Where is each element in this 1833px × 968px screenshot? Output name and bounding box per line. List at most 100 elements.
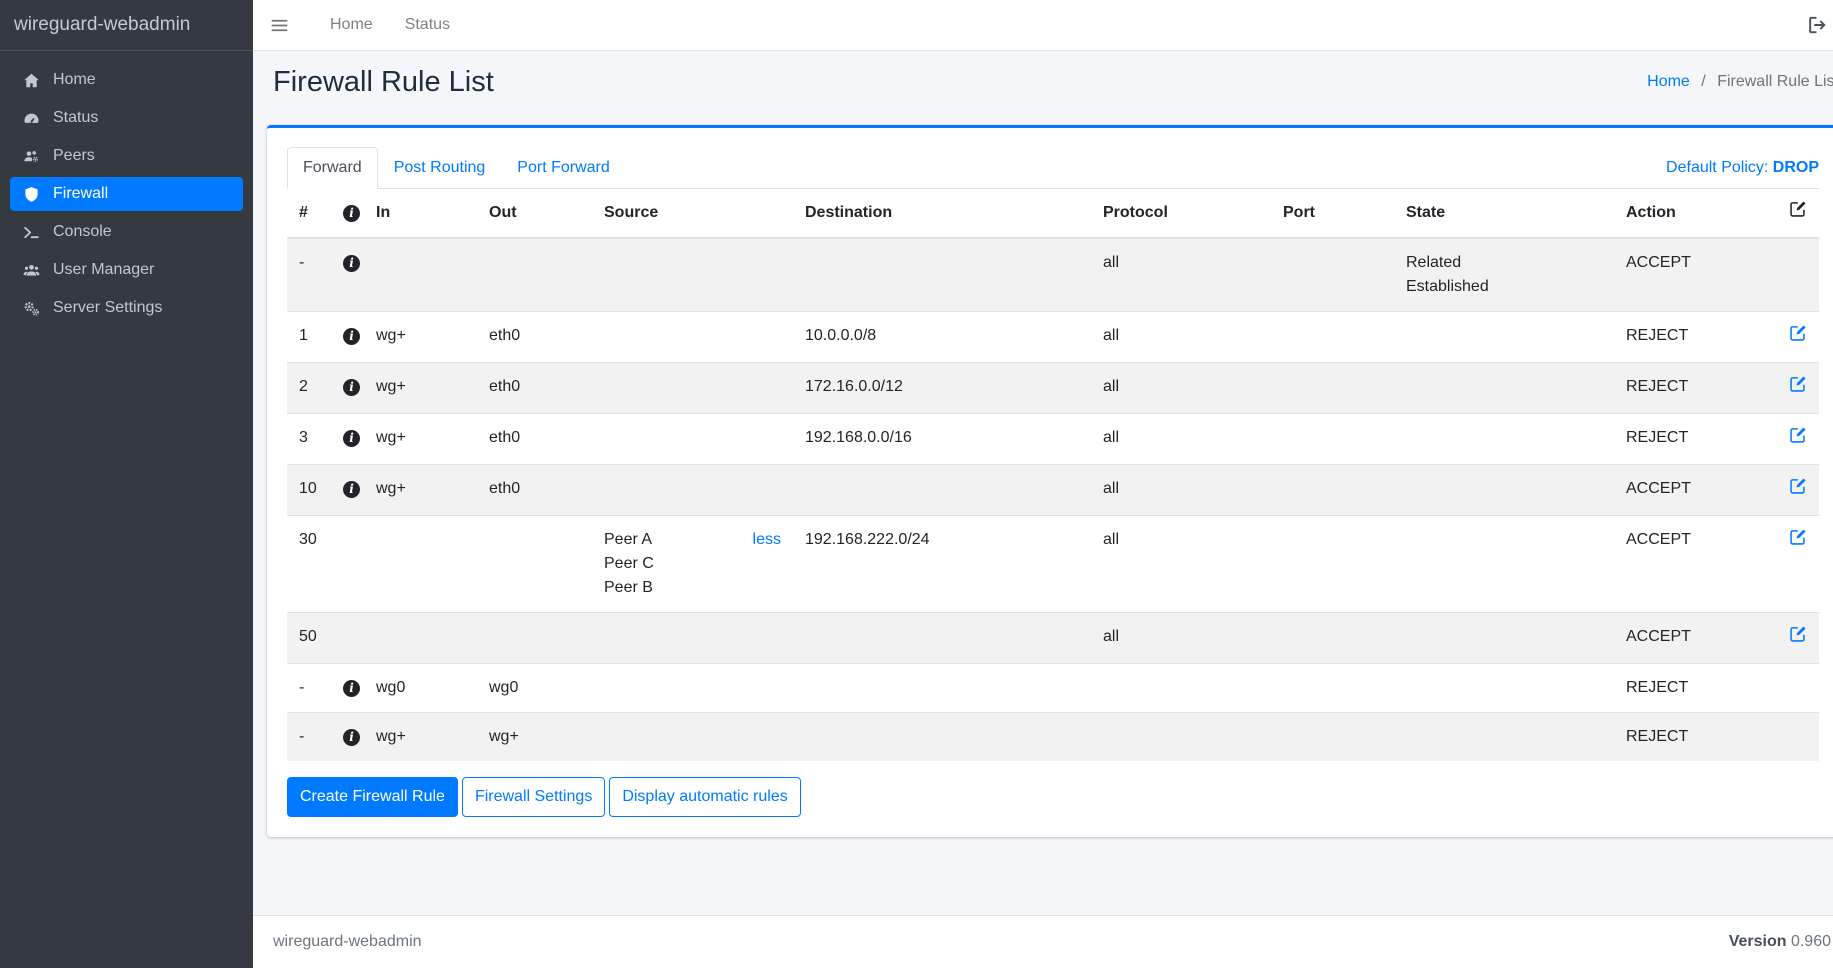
rule-state: [1394, 664, 1614, 713]
rule-state: [1394, 312, 1614, 363]
info-icon[interactable]: [343, 481, 360, 498]
rule-protocol: [1091, 664, 1271, 713]
rule-source: [592, 664, 793, 713]
edit-icon[interactable]: [1789, 625, 1807, 643]
sidebar-item-user-manager[interactable]: User Manager: [10, 253, 243, 287]
sign-out-icon[interactable]: [1807, 15, 1827, 35]
rule-source: [592, 312, 793, 363]
firewall-rules-table: # In Out Source Destination Protocol Por…: [287, 189, 1819, 761]
firewall-rule-row: - wg+ wg+ REJECT: [287, 713, 1819, 762]
edit-icon[interactable]: [1789, 528, 1807, 546]
tachometer-icon: [19, 110, 43, 127]
terminal-icon: [19, 224, 43, 241]
edit-icon[interactable]: [1789, 324, 1807, 342]
sidebar-item-label: User Manager: [53, 261, 154, 279]
rule-out: eth0: [477, 414, 592, 465]
sidebar-item-peers[interactable]: Peers: [10, 139, 243, 173]
rule-protocol: all: [1091, 414, 1271, 465]
rule-out: wg0: [477, 664, 592, 713]
rule-info-cell: [331, 516, 364, 613]
firewall-rule-row: - wg0 wg0 REJECT: [287, 664, 1819, 713]
display-automatic-rules-button[interactable]: Display automatic rules: [609, 777, 800, 817]
col-header-protocol: Protocol: [1091, 189, 1271, 238]
rule-port: [1271, 363, 1394, 414]
rule-info-cell: [331, 238, 364, 312]
rule-destination: 172.16.0.0/12: [793, 363, 1091, 414]
footer-version-value: 0.960: [1791, 933, 1831, 950]
brand-link[interactable]: wireguard-webadmin: [0, 0, 253, 51]
rule-edit-cell: [1777, 414, 1819, 465]
rule-destination: 10.0.0.0/8: [793, 312, 1091, 363]
rule-source: [592, 363, 793, 414]
col-header-edit: [1777, 189, 1819, 238]
rule-action: ACCEPT: [1614, 613, 1777, 664]
edit-icon[interactable]: [1789, 375, 1807, 393]
source-peer: Peer A: [604, 528, 654, 552]
sidebar-item-label: Peers: [53, 147, 95, 165]
rule-state: [1394, 713, 1614, 762]
breadcrumb-home-link[interactable]: Home: [1647, 73, 1690, 90]
edit-icon[interactable]: [1789, 477, 1807, 495]
tab-post-routing[interactable]: Post Routing: [378, 147, 502, 189]
sidebar-item-label: Home: [53, 71, 96, 89]
source-less-link[interactable]: less: [753, 528, 781, 552]
tab-forward[interactable]: Forward: [287, 147, 378, 189]
info-icon[interactable]: [343, 328, 360, 345]
page-footer: wireguard-webadmin Version 0.960: [253, 915, 1833, 968]
tab-port-forward[interactable]: Port Forward: [501, 147, 625, 189]
info-icon[interactable]: [343, 430, 360, 447]
firewall-settings-button[interactable]: Firewall Settings: [462, 777, 605, 817]
rule-state: [1394, 613, 1614, 664]
topnav-link-home[interactable]: Home: [322, 8, 381, 42]
rule-edit-cell: [1777, 713, 1819, 762]
rule-destination: [793, 613, 1091, 664]
breadcrumb-separator: /: [1701, 73, 1705, 90]
sidebar-item-server-settings[interactable]: Server Settings: [10, 291, 243, 325]
create-firewall-rule-button[interactable]: Create Firewall Rule: [287, 777, 458, 817]
firewall-rule-row: 50 all ACCEPT: [287, 613, 1819, 664]
rule-number: 10: [287, 465, 331, 516]
rule-protocol: all: [1091, 613, 1271, 664]
main-area: HomeStatus Firewall Rule List Home / Fir…: [253, 0, 1833, 968]
topnav-link-status[interactable]: Status: [397, 8, 458, 42]
info-icon[interactable]: [343, 255, 360, 272]
firewall-rule-row: - all RelatedEstablished ACCEPT: [287, 238, 1819, 312]
rule-destination: [793, 238, 1091, 312]
sidebar-item-label: Console: [53, 223, 112, 241]
top-navbar: Home Status: [253, 0, 1833, 51]
rule-action: ACCEPT: [1614, 516, 1777, 613]
info-icon[interactable]: [343, 379, 360, 396]
edit-icon[interactable]: [1789, 426, 1807, 444]
rule-edit-cell: [1777, 516, 1819, 613]
rule-edit-cell: [1777, 664, 1819, 713]
sidebar-item-console[interactable]: Console: [10, 215, 243, 249]
rule-in: wg+: [364, 312, 477, 363]
users-icon: [19, 262, 43, 279]
edit-icon[interactable]: [1789, 200, 1807, 218]
info-icon[interactable]: [343, 680, 360, 697]
default-policy: Default Policy: DROP: [1666, 159, 1819, 177]
col-header-info: [331, 189, 364, 238]
rule-in: [364, 238, 477, 312]
sidebar-item-status[interactable]: Status: [10, 101, 243, 135]
rule-in: [364, 516, 477, 613]
firewall-rules-body: - all RelatedEstablished ACCEPT 1 wg+ et…: [287, 238, 1819, 761]
topnav-links: Home Status: [322, 8, 474, 42]
rule-port: [1271, 516, 1394, 613]
info-icon[interactable]: [343, 729, 360, 746]
sidebar-item-firewall[interactable]: Firewall: [10, 177, 243, 211]
sidebar-item-label: Firewall: [53, 185, 108, 203]
source-peer: Peer C: [604, 552, 654, 576]
rule-port: [1271, 664, 1394, 713]
rule-action: ACCEPT: [1614, 465, 1777, 516]
rule-number: -: [287, 713, 331, 762]
home-icon: [19, 72, 43, 89]
info-icon[interactable]: [343, 205, 360, 222]
rule-protocol: all: [1091, 465, 1271, 516]
sidebar-item-home[interactable]: Home: [10, 63, 243, 97]
tab-bar: ForwardPost RoutingPort Forward Default …: [287, 147, 1819, 189]
menu-toggle-icon[interactable]: [270, 16, 296, 35]
rule-out: [477, 516, 592, 613]
rule-out: [477, 613, 592, 664]
users-cog-icon: [19, 148, 43, 165]
